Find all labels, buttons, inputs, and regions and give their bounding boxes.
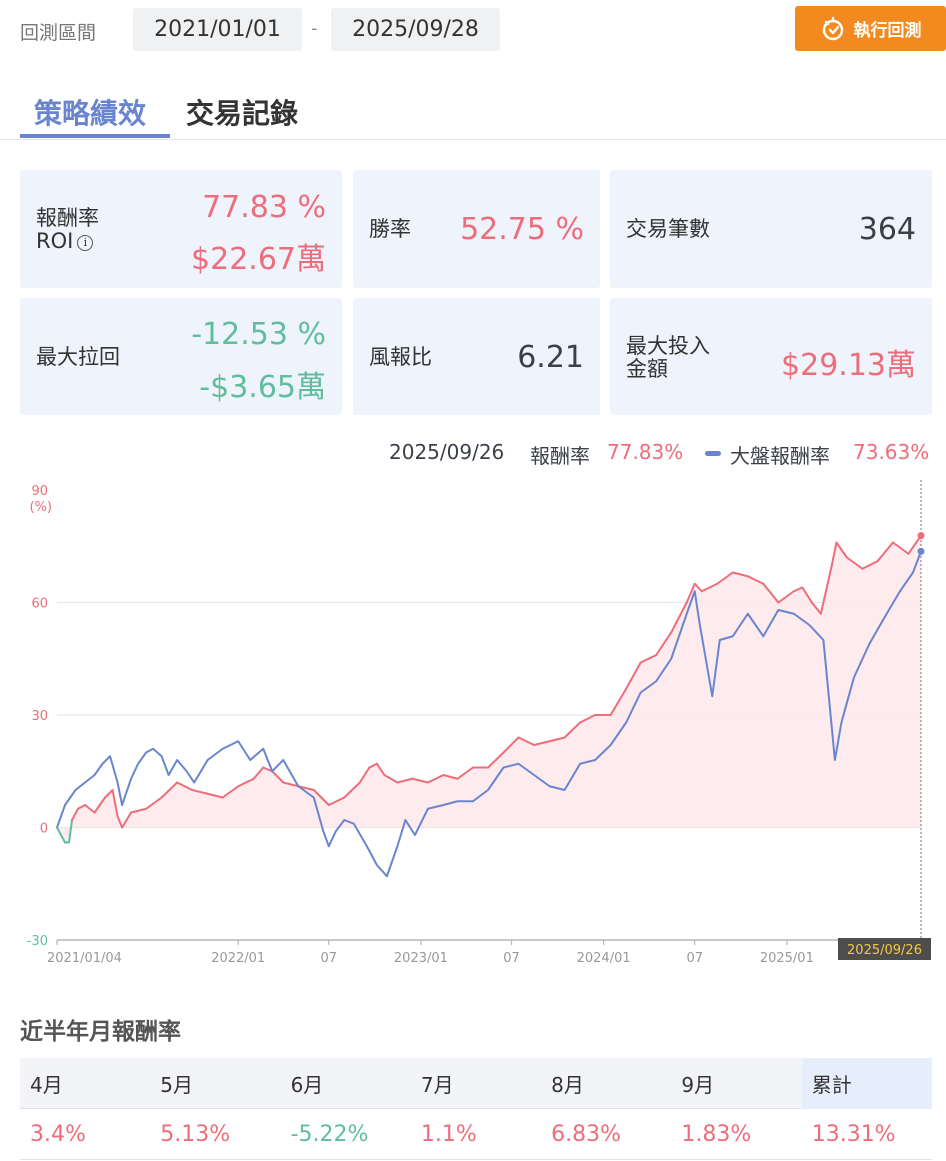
end-date-label: 2025/09/26 xyxy=(847,943,922,958)
x-tick-label: 2023/01 xyxy=(394,951,448,966)
strategy-area-fill xyxy=(57,535,921,843)
max-invest-label: 最大投入 金額 xyxy=(626,334,710,382)
legend-market-label: 大盤報酬率 xyxy=(730,444,830,468)
trade-count-value: 364 xyxy=(858,212,916,247)
tab-trade-records[interactable]: 交易記錄 xyxy=(186,92,298,132)
monthly-value-cell: -5.22% xyxy=(290,1122,369,1147)
start-date-field[interactable]: 2021/01/01 xyxy=(133,8,302,51)
trade-count-label: 交易筆數 xyxy=(626,217,710,241)
x-tick-label: 2022/01 xyxy=(211,951,265,966)
y-tick-label: 30 xyxy=(31,709,48,724)
risk-reward-card: 風報比 6.21 xyxy=(353,298,600,415)
x-tick-label: 2021/01/04 xyxy=(47,951,122,966)
monthly-value-cell: 6.83% xyxy=(551,1122,622,1147)
x-tick-label: 2024/01 xyxy=(577,951,631,966)
win-rate-card: 勝率 52.75 % xyxy=(353,170,600,288)
max-invest-card: 最大投入 金額 $29.13萬 xyxy=(610,298,932,415)
legend-market-swatch xyxy=(705,451,721,456)
tab-bar: 策略績效 交易記錄 xyxy=(0,88,946,140)
timer-icon xyxy=(822,16,843,40)
monthly-header-cell: 9月 xyxy=(681,1073,715,1097)
range-label: 回測區間 xyxy=(20,22,97,44)
max-invest-label-line2: 金額 xyxy=(626,357,668,382)
strategy-end-point xyxy=(917,532,925,540)
monthly-value-cell: 3.4% xyxy=(30,1122,86,1147)
roi-label-line1: 報酬率 xyxy=(36,206,99,230)
max-drawdown-card: 最大拉回 -12.53 % -$3.65萬 xyxy=(20,298,342,415)
run-backtest-label: 執行回測 xyxy=(853,21,922,41)
active-tab-indicator xyxy=(20,134,170,138)
x-tick-label: 07 xyxy=(321,951,338,966)
monthly-header-cell: 4月 xyxy=(30,1073,63,1097)
tab-strategy-performance[interactable]: 策略績效 xyxy=(34,92,146,132)
legend-date: 2025/09/26 xyxy=(389,440,505,464)
y-tick-label: -30 xyxy=(27,934,48,949)
monthly-header-cell: 6月 xyxy=(290,1073,324,1097)
monthly-header-cell: 8月 xyxy=(551,1073,584,1097)
max-invest-value: $29.13萬 xyxy=(781,348,916,383)
x-tick-label: 2025/01 xyxy=(760,951,814,966)
risk-reward-value: 6.21 xyxy=(517,340,584,375)
monthly-header-cumulative: 累計 xyxy=(801,1058,932,1109)
risk-reward-label: 風報比 xyxy=(369,345,432,369)
roi-label-line2: ROI xyxy=(36,229,74,254)
y-tick-label: 60 xyxy=(31,597,48,612)
win-rate-value: 52.75 % xyxy=(460,212,584,247)
monthly-returns-table: 4月 5月 6月 7月 8月 9月 累計 3.4% 5.13% -5.22% 1.1% 6.83% 1… xyxy=(20,1058,932,1160)
run-backtest-button[interactable]: 執行回測 xyxy=(795,6,946,51)
return-line-chart[interactable]: -30 0 30 60 90(%) 2021/01/04 2022/01 07 2023/01 0… xyxy=(0,475,946,975)
trade-count-card: 交易筆數 364 xyxy=(610,170,932,288)
roi-amount: $22.67萬 xyxy=(191,242,326,277)
monthly-returns-row: 3.4% 5.13% -5.22% 1.1% 6.83% 1.83% 13.31% xyxy=(20,1109,932,1160)
y-tick-label: 0 xyxy=(40,822,48,837)
chart-legend: 2025/09/26 報酬率 77.83% 大盤報酬率 73.63% xyxy=(0,440,932,468)
monthly-returns-header: 4月 5月 6月 7月 8月 9月 累計 xyxy=(20,1058,932,1109)
roi-percent: 77.83 % xyxy=(202,190,326,225)
legend-strategy-value: 77.83% xyxy=(607,440,684,464)
market-end-point xyxy=(917,547,925,555)
legend-strategy-label: 報酬率 xyxy=(530,444,590,468)
roi-card: 報酬率 ROI i 77.83 % $22.67萬 xyxy=(20,170,342,288)
max-drawdown-percent: -12.53 % xyxy=(191,317,326,352)
backtest-range-bar: 回測區間 2021/01/01 - 2025/09/28 執行回測 xyxy=(0,0,946,62)
max-invest-label-line1: 最大投入 xyxy=(626,334,710,358)
max-drawdown-amount: -$3.65萬 xyxy=(199,370,326,405)
monthly-header-cell: 7月 xyxy=(420,1073,454,1097)
max-drawdown-label: 最大拉回 xyxy=(36,345,120,369)
monthly-value-cell: 5.13% xyxy=(160,1122,231,1147)
x-tick-label: 07 xyxy=(503,951,520,966)
roi-label: 報酬率 ROI i xyxy=(36,206,99,254)
end-date-field[interactable]: 2025/09/28 xyxy=(331,8,500,51)
y-axis-unit: (%) xyxy=(30,500,53,515)
y-tick-label: 90 xyxy=(31,484,48,499)
x-tick-label: 07 xyxy=(686,951,703,966)
info-icon[interactable]: i xyxy=(77,235,94,252)
monthly-value-cell: 1.1% xyxy=(420,1122,477,1147)
monthly-header-cell: 5月 xyxy=(160,1073,194,1097)
date-separator: - xyxy=(311,18,318,39)
monthly-value-cell: 1.83% xyxy=(681,1122,752,1147)
win-rate-label: 勝率 xyxy=(369,217,411,241)
legend-market-value: 73.63% xyxy=(853,440,930,464)
monthly-value-cumulative: 13.31% xyxy=(811,1122,896,1147)
monthly-returns-title: 近半年月報酬率 xyxy=(20,1019,181,1045)
